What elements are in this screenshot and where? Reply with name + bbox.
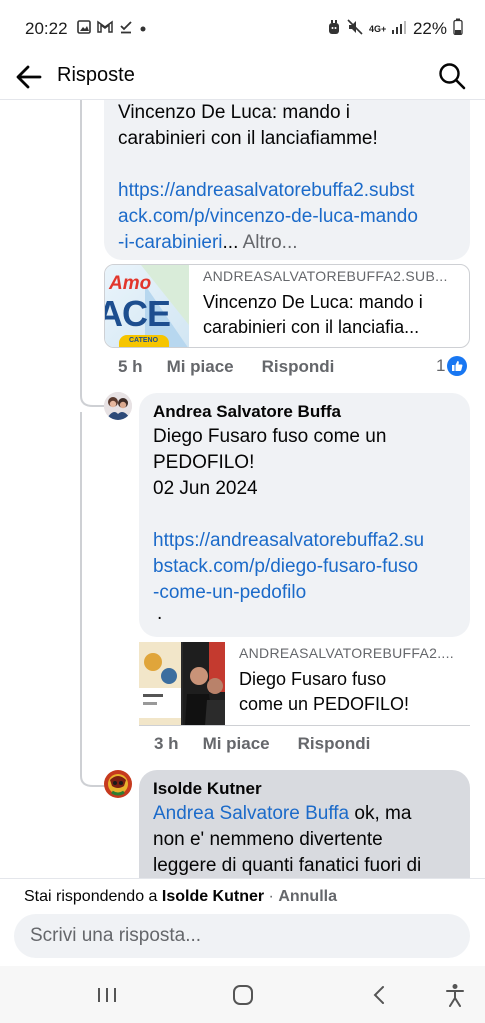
dot-icon: [139, 20, 147, 38]
preview-thumbnail: [139, 642, 225, 725]
comment-bubble[interactable]: Andrea Salvatore Buffa Diego Fusaro fuso…: [139, 393, 470, 637]
status-bar: 20:22 4G+ 22%: [0, 0, 485, 58]
preview-thumbnail: Amo ACE CATENO: [105, 265, 189, 347]
network-label: 4G+: [368, 23, 387, 34]
page-title: Risposte: [57, 64, 135, 86]
comment-text-line: non e' nemmeno divertente: [153, 829, 383, 850]
back-icon: [373, 986, 384, 1004]
comment-text-line: carabinieri con il lanciafiamme!: [118, 128, 378, 149]
comment-text-line: Diego Fusaro fuso come un: [153, 426, 387, 447]
comment-link[interactable]: bstack.com/p/diego-fusaro-fuso: [153, 556, 418, 577]
replying-to-name: Isolde Kutner: [161, 888, 265, 905]
comment-link[interactable]: https://andreasalvatorebuffa2.su: [153, 530, 424, 551]
comment-bubble[interactable]: Isolde Kutner Andrea Salvatore Buffa ok,…: [139, 770, 470, 878]
comment-link[interactable]: -come-un-pedofilo: [153, 582, 306, 603]
reply-button[interactable]: Rispondi: [298, 734, 371, 754]
comment-time: 3 h: [154, 734, 179, 753]
comment-link[interactable]: https://andreasalvatorebuffa2.subst: [118, 180, 414, 201]
thumbnail-text: ACE: [105, 293, 171, 334]
comment-author[interactable]: Isolde Kutner: [153, 777, 456, 801]
preview-domain: ANDREASALVATOREBUFFA2....: [239, 645, 454, 661]
comment-actions: 3 h Mi piace Rispondi: [154, 734, 370, 754]
comment-link[interactable]: ack.com/p/vincenzo-de-luca-mando: [118, 206, 418, 227]
preview-title: Diego Fusaro fuso: [239, 669, 387, 689]
preview-title: Vincenzo De Luca: mando i: [203, 292, 423, 312]
comment-text-line: 02 Jun 2024: [153, 478, 258, 499]
thread-line: [80, 100, 82, 390]
cancel-reply-button[interactable]: Annulla: [278, 888, 337, 905]
reaction-count-value: 1: [436, 356, 446, 375]
comment-dot: .: [157, 603, 163, 624]
comment-thread[interactable]: Vincenzo De Luca: mando i carabinieri co…: [0, 100, 485, 878]
avatar[interactable]: [104, 392, 132, 420]
accessibility-button[interactable]: [440, 982, 470, 1008]
comment-bubble[interactable]: Vincenzo De Luca: mando i carabinieri co…: [104, 100, 470, 260]
mute-icon: [347, 18, 363, 40]
arrow-left-icon: [16, 65, 42, 89]
system-icons: 4G+ 22%: [327, 18, 463, 40]
gallery-icon: [77, 19, 91, 39]
battery-icon: [453, 18, 463, 40]
reaction-count[interactable]: 1: [436, 356, 468, 376]
link-preview-card[interactable]: ANDREASALVATOREBUFFA2.... Diego Fusaro f…: [139, 642, 470, 726]
see-more-link[interactable]: Altro...: [243, 232, 298, 253]
comment-link[interactable]: -i-carabinieri: [118, 232, 223, 253]
separator: ·: [264, 888, 279, 905]
recents-icon: [98, 988, 116, 1002]
home-button[interactable]: [228, 982, 258, 1008]
comment-text-line: Vincenzo De Luca: mando i: [118, 102, 351, 123]
search-icon: [439, 63, 466, 90]
like-reaction-icon: [447, 356, 468, 376]
mention-link[interactable]: Andrea Salvatore Buffa: [153, 803, 349, 824]
home-icon: [233, 985, 253, 1005]
reply-placeholder: Scrivi una risposta...: [30, 925, 202, 946]
comment-text-line: leggere di quanti fanatici fuori di: [153, 855, 422, 876]
battery-percent: 22%: [412, 19, 447, 38]
signal-icon: [391, 20, 407, 39]
thread-line: [80, 412, 82, 772]
comment-time: 5 h: [118, 357, 143, 376]
search-button[interactable]: [437, 61, 467, 91]
thumbnail-text: Amo: [109, 273, 152, 294]
replying-to-prefix: Stai rispondendo a: [24, 888, 162, 905]
ellipsis: ...: [222, 232, 239, 253]
nav-back-button[interactable]: [364, 982, 394, 1008]
reply-composer: Stai rispondendo a Isolde Kutner · Annul…: [0, 878, 485, 966]
like-button[interactable]: Mi piace: [203, 734, 270, 754]
like-button[interactable]: Mi piace: [167, 357, 234, 377]
avatar[interactable]: [104, 770, 132, 798]
download-done-icon: [119, 20, 133, 39]
app-header: Risposte: [0, 58, 485, 100]
comment-actions: 5 h Mi piace Rispondi: [118, 357, 334, 377]
recents-button[interactable]: [92, 982, 122, 1008]
alarm-icon: [327, 19, 341, 40]
gmail-icon: [97, 20, 113, 38]
status-time: 20:22: [25, 19, 68, 38]
comment-author[interactable]: Andrea Salvatore Buffa: [153, 400, 456, 424]
accessibility-icon: [446, 984, 464, 1007]
comment-text-line: PEDOFILO!: [153, 452, 255, 473]
comment-text: ok, ma: [349, 803, 412, 824]
preview-title: come un PEDOFILO!: [239, 694, 410, 714]
reply-button[interactable]: Rispondi: [262, 357, 335, 377]
replying-to-status: Stai rispondendo a Isolde Kutner · Annul…: [24, 888, 337, 906]
link-preview-card[interactable]: Amo ACE CATENO ANDREASALVATOREBUFFA2.SUB…: [104, 264, 470, 348]
system-nav-bar: [0, 966, 485, 1023]
notification-icons: [77, 19, 147, 39]
back-button[interactable]: [14, 62, 44, 92]
preview-domain: ANDREASALVATOREBUFFA2.SUB...: [203, 268, 448, 284]
thumbnail-text: CATENO: [129, 337, 159, 344]
preview-title: carabinieri con il lanciafia...: [203, 317, 420, 337]
reply-input[interactable]: Scrivi una risposta...: [14, 914, 470, 958]
